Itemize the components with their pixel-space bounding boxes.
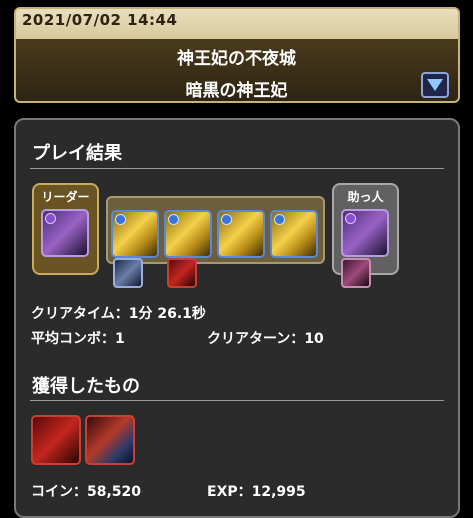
leader-label: リーダー	[41, 190, 90, 204]
triangle-down-icon	[427, 79, 443, 91]
play-datetime: 2021/07/02 14:44	[22, 11, 178, 29]
play-result-title: プレイ結果	[32, 143, 122, 164]
avg-combo-label: 平均コンボ：	[31, 331, 115, 347]
divider	[30, 400, 444, 401]
assist-monster-icon[interactable]	[113, 258, 143, 288]
avg-combo-value: 1	[115, 331, 125, 347]
exp-label: EXP：	[207, 484, 252, 500]
divider	[30, 168, 444, 169]
clear-turn-label: クリアターン：	[207, 331, 305, 347]
sub-monster-icon[interactable]	[217, 210, 265, 258]
clear-time-value: 1分 26.1秒	[128, 306, 206, 322]
coin-label: コイン：	[31, 484, 87, 500]
sub-monster-icon[interactable]	[164, 210, 212, 258]
sub-monster-icon[interactable]	[270, 210, 318, 258]
reward-monster-icon[interactable]	[31, 415, 81, 465]
floor-name: 暗黒の神王妃	[185, 81, 288, 101]
rewards-title: 獲得したもの	[32, 376, 140, 397]
leader-monster-icon[interactable]	[41, 209, 89, 257]
reward-monster-icon[interactable]	[85, 415, 135, 465]
assist-monster-icon[interactable]	[167, 258, 197, 288]
exp-value: 12,995	[251, 484, 306, 500]
sub-monster-icon[interactable]	[111, 210, 159, 258]
helper-assist-icon[interactable]	[341, 258, 371, 288]
clear-turn-value: 10	[304, 331, 324, 347]
clear-time-label: クリアタイム：	[31, 306, 129, 322]
expand-button[interactable]	[421, 72, 449, 98]
dungeon-name: 神王妃の不夜城	[177, 49, 296, 69]
helper-monster-icon[interactable]	[341, 209, 389, 257]
coin-value: 58,520	[87, 484, 142, 500]
helper-label: 助っ人	[347, 190, 384, 204]
